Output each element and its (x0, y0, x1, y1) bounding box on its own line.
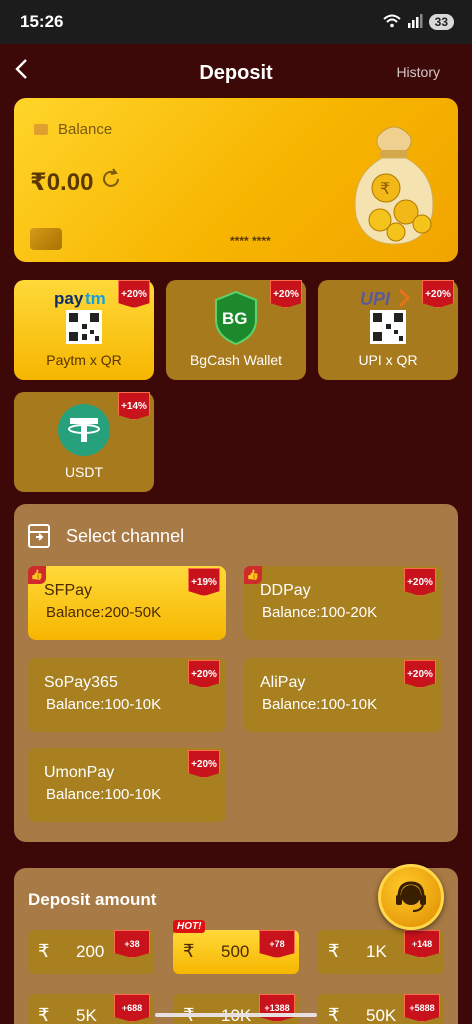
payment-method-usdt[interactable]: +14% USDT (14, 392, 154, 492)
amount-value: 1K (366, 942, 387, 961)
channel-item-sfpay[interactable]: 👍 SFPay Balance:200-50K +19% (28, 566, 226, 640)
amount-value: 5K (76, 1006, 97, 1024)
channel-item-umonpay[interactable]: UmonPay Balance:100-10K +20% (28, 748, 226, 822)
bonus-badge: +38 (114, 930, 150, 958)
bonus-badge: +20% (188, 750, 220, 778)
hot-tag: HOT! (173, 920, 206, 933)
rupee-icon: ₹ (183, 941, 195, 961)
tether-icon (54, 398, 114, 463)
back-icon[interactable] (14, 58, 40, 84)
channel-range: Balance:100-20K (262, 604, 378, 621)
amount-option-500[interactable]: HOT! ₹ 500 +78 (173, 920, 299, 974)
payment-method-paytm[interactable]: pay tm +20% Paytm x QR (14, 280, 154, 380)
amount-option-50k[interactable]: ₹ 50K +5888 (318, 994, 444, 1024)
status-time: 15:26 (20, 12, 64, 31)
bonus-badge: +20% (118, 280, 150, 308)
status-bar: 15:26 33 (0, 0, 472, 44)
money-bag-icon: ₹ (344, 116, 444, 246)
rupee-icon: ₹ (328, 941, 340, 961)
svg-text:₹: ₹ (380, 179, 390, 198)
bonus-badge: +1388 (259, 994, 295, 1022)
channel-item-ddpay[interactable]: 👍 DDPay Balance:100-20K +20% (244, 566, 442, 640)
header: Deposit History (0, 48, 472, 98)
bonus-badge: +5888 (404, 994, 440, 1022)
payment-method-label: Paytm x QR (46, 352, 122, 368)
card-chip-icon (30, 228, 62, 250)
channel-name: SFPay (44, 582, 93, 599)
amount-option-200[interactable]: ₹ 200 +38 (28, 930, 154, 974)
refresh-icon[interactable] (100, 168, 122, 196)
battery-indicator: 33 (428, 14, 454, 30)
rupee-icon: ₹ (38, 1005, 50, 1024)
bonus-badge: +148 (404, 930, 440, 958)
amount-value: 200 (76, 942, 105, 961)
channel-name: SoPay365 (44, 674, 118, 691)
payment-method-label: BgCash Wallet (189, 352, 283, 368)
svg-text:pay: pay (54, 289, 84, 308)
status-icons: 33 (382, 13, 454, 31)
channel-range: Balance:100-10K (46, 696, 162, 713)
amount-value: 50K (366, 1006, 397, 1024)
headset-icon (391, 875, 431, 920)
svg-text:UPI: UPI (360, 289, 391, 309)
channel-range: Balance:200-50K (46, 604, 162, 621)
channel-range: Balance:100-10K (46, 786, 162, 803)
channel-item-sopay365[interactable]: SoPay365 Balance:100-10K +20% (28, 658, 226, 732)
paytm-qr-icon: pay tm (52, 286, 116, 351)
channel-range: Balance:100-10K (262, 696, 378, 713)
payment-method-bgcash[interactable]: BG +20% BgCash Wallet (166, 280, 306, 380)
card-masked-number: **** **** (230, 234, 271, 248)
deposit-amount-title: Deposit amount (28, 890, 157, 909)
amount-option-10k[interactable]: ₹ 10K +1388 (173, 994, 299, 1024)
balance-label-row: Balance (34, 121, 112, 138)
bgcash-icon: BG (206, 286, 266, 351)
bonus-badge: +20% (188, 660, 220, 688)
bonus-badge: +20% (422, 280, 454, 308)
upi-qr-icon: UPI (356, 286, 420, 351)
balance-card: Balance ₹0.00 **** **** ₹ (14, 98, 458, 262)
amount-option-5k[interactable]: ₹ 5K +688 (28, 994, 154, 1024)
rupee-icon: ₹ (328, 1005, 340, 1024)
channel-title: Select channel (66, 526, 185, 546)
svg-text:BG: BG (222, 309, 248, 328)
payment-method-upi[interactable]: UPI +20% UPI x QR (318, 280, 458, 380)
channel-name: AliPay (260, 674, 306, 691)
payment-method-label: USDT (64, 464, 104, 480)
balance-amount: ₹0.00 (30, 169, 94, 196)
balance-label: Balance (58, 121, 113, 138)
rupee-icon: ₹ (38, 941, 50, 961)
channel-name: UmonPay (44, 764, 115, 781)
page-title: Deposit (199, 61, 273, 84)
channel-item-alipay[interactable]: AliPay Balance:100-10K +20% (244, 658, 442, 732)
bonus-badge: +19% (188, 568, 220, 596)
channel-name: DDPay (260, 582, 311, 599)
bonus-badge: +20% (270, 280, 302, 308)
signal-icon (407, 13, 423, 31)
wallet-icon (34, 124, 48, 135)
payment-method-label: UPI x QR (358, 352, 418, 368)
customer-support-button[interactable] (378, 864, 444, 930)
channel-list-icon (28, 524, 50, 548)
svg-text:tm: tm (85, 289, 106, 308)
home-indicator[interactable] (155, 1013, 317, 1017)
channel-panel: Select channel 👍 SFPay Balance:200-50K +… (14, 504, 458, 842)
bonus-badge: +78 (259, 930, 295, 958)
bonus-badge: +688 (114, 994, 150, 1022)
bonus-badge: +14% (118, 392, 150, 420)
bonus-badge: +20% (404, 568, 436, 596)
amount-option-1k[interactable]: ₹ 1K +148 (318, 930, 444, 974)
bonus-badge: +20% (404, 660, 436, 688)
history-link[interactable]: History (396, 64, 440, 80)
amount-value: 500 (221, 942, 250, 961)
wifi-icon (382, 14, 401, 31)
